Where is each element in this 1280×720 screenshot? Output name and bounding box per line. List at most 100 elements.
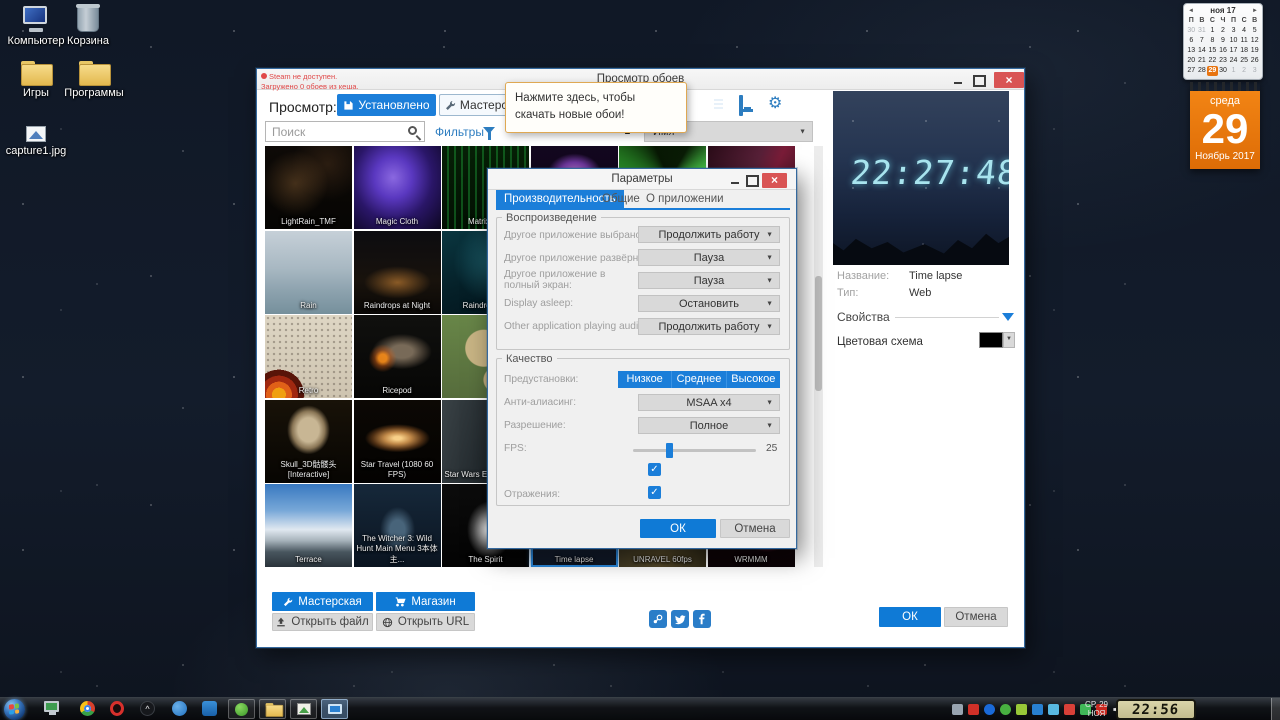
tray-icon[interactable] bbox=[1048, 704, 1059, 715]
dialog-titlebar[interactable]: Параметры bbox=[488, 169, 796, 190]
tray-icon[interactable] bbox=[968, 704, 979, 715]
wallpaper-title: Ricepod bbox=[356, 386, 439, 396]
app-selected-dropdown[interactable]: Продолжить работу bbox=[638, 226, 780, 243]
other-audio-dropdown[interactable]: Продолжить работу bbox=[638, 318, 780, 335]
reflections-checkbox[interactable] bbox=[648, 486, 661, 499]
tray-icon[interactable] bbox=[952, 704, 963, 715]
app-maximized-dropdown[interactable]: Пауза bbox=[638, 249, 780, 266]
calendar-day-header: В bbox=[1249, 16, 1260, 26]
dialog-minimize-button[interactable] bbox=[728, 173, 742, 187]
desktop-icon-recycle-bin[interactable]: Корзина bbox=[52, 6, 124, 47]
wallpaper-thumbnail[interactable]: Star Travel (1080 60 FPS) bbox=[354, 400, 441, 483]
tab-underline bbox=[496, 208, 790, 210]
wallpaper-thumbnail[interactable]: Magic Cloth bbox=[354, 146, 441, 229]
tray-date[interactable]: СР, 29 НОЯ bbox=[1085, 700, 1108, 718]
displays-icon[interactable] bbox=[739, 97, 743, 115]
presets-label: Предустановки: bbox=[504, 374, 578, 385]
maximize-button[interactable] bbox=[971, 73, 988, 87]
antialiasing-dropdown[interactable]: MSAA x4 bbox=[638, 394, 780, 411]
wallpaper-thumbnail[interactable]: The Witcher 3: Wild Hunt Main Menu 3本体主.… bbox=[354, 484, 441, 567]
status-cache-loaded: Загружено 0 обоев из кеша. bbox=[261, 82, 359, 92]
other-audio-label: Other application playing audio: bbox=[504, 321, 647, 332]
resolution-dropdown[interactable]: Полное bbox=[638, 417, 780, 434]
steam-icon[interactable] bbox=[649, 610, 667, 628]
name-value: Time lapse bbox=[909, 270, 962, 282]
search-input[interactable] bbox=[265, 121, 425, 142]
fps-slider-track[interactable] bbox=[633, 449, 756, 452]
grid-scrollbar[interactable] bbox=[814, 146, 823, 567]
close-button[interactable] bbox=[994, 72, 1024, 88]
antialiasing-label: Анти-алиасинг: bbox=[504, 397, 576, 408]
dialog-close-button[interactable] bbox=[762, 173, 787, 188]
tray-icon[interactable] bbox=[1032, 704, 1043, 715]
store-button[interactable]: Магазин bbox=[376, 592, 475, 611]
cancel-button[interactable]: Отмена bbox=[944, 607, 1008, 627]
gear-icon[interactable] bbox=[768, 96, 782, 112]
dialog-maximize-button[interactable] bbox=[745, 173, 759, 187]
desktop-icon-label: Игры bbox=[23, 87, 49, 99]
wallpaper-thumbnail[interactable]: Terrace bbox=[265, 484, 352, 567]
wallpaper-thumbnail[interactable]: Raindrops at Night bbox=[354, 231, 441, 314]
minimize-button[interactable] bbox=[949, 73, 966, 87]
wallpaper-thumbnail[interactable]: Retro bbox=[265, 315, 352, 398]
calendar-day-selected: 29 bbox=[1207, 66, 1218, 76]
calendar-month-view: ноя 17 П В С Ч П С В 30 31 1 2 3 4 5 6 7 bbox=[1183, 3, 1263, 80]
filters-link[interactable]: Фильтры bbox=[435, 125, 484, 139]
start-button[interactable] bbox=[4, 699, 25, 720]
color-scheme-swatch[interactable] bbox=[979, 332, 1003, 348]
tray-icon[interactable] bbox=[1016, 704, 1027, 715]
tab-about[interactable]: О приложении bbox=[638, 190, 732, 208]
taskbar-display-icon[interactable] bbox=[44, 701, 60, 717]
taskbar-opera-icon[interactable] bbox=[110, 701, 126, 717]
taskbar-chrome-icon[interactable] bbox=[80, 701, 96, 717]
dialog-ok-button[interactable]: ОК bbox=[640, 519, 716, 538]
tray-icon[interactable] bbox=[1064, 704, 1075, 715]
folder-icon bbox=[79, 61, 109, 84]
dialog-cancel-button[interactable]: Отмена bbox=[720, 519, 790, 538]
collapse-properties-icon[interactable] bbox=[1002, 313, 1014, 321]
spiral-binding bbox=[1190, 82, 1260, 91]
fps-slider-handle[interactable] bbox=[666, 443, 673, 458]
wallpaper-thumbnail[interactable]: Ricepod bbox=[354, 315, 441, 398]
open-url-button[interactable]: Открыть URL bbox=[376, 613, 475, 631]
status-steam-unavailable: Steam не доступен. bbox=[269, 72, 337, 82]
color-scheme-dropdown[interactable] bbox=[1003, 332, 1015, 348]
tab-installed[interactable]: Установлено bbox=[337, 94, 436, 116]
calendar-gadget: ноя 17 П В С Ч П С В 30 31 1 2 3 4 5 6 7 bbox=[1183, 3, 1263, 169]
wallpaper-thumbnail[interactable]: Rain bbox=[265, 231, 352, 314]
taskbar-wallpaper-engine-button[interactable] bbox=[321, 699, 348, 719]
wallpaper-thumbnail[interactable]: LightRain_TMF bbox=[265, 146, 352, 229]
wallpaper-thumbnail[interactable]: Skull_3D骷髅头 [Interactive] bbox=[265, 400, 352, 483]
taskbar-app-blue-square-icon[interactable] bbox=[202, 701, 218, 717]
calendar-day: 16 bbox=[1218, 46, 1229, 56]
twitter-icon[interactable] bbox=[671, 610, 689, 628]
preset-medium-button[interactable]: Среднее bbox=[672, 371, 726, 388]
desktop-icon-capture1[interactable]: capture1.jpg bbox=[0, 126, 78, 157]
facebook-icon[interactable] bbox=[693, 610, 711, 628]
recycle-bin-icon bbox=[77, 6, 99, 32]
dialog-cancel-label: Отмена bbox=[734, 523, 775, 535]
tray-clock[interactable]: 22:56 bbox=[1116, 699, 1196, 720]
preset-low-button[interactable]: Низкое bbox=[618, 371, 672, 388]
workshop-button[interactable]: Мастерская bbox=[272, 592, 373, 611]
show-desktop-button[interactable] bbox=[1271, 698, 1280, 720]
taskbar-explorer-button[interactable] bbox=[259, 699, 286, 719]
ok-button[interactable]: ОК bbox=[879, 607, 941, 627]
filter-funnel-icon[interactable] bbox=[483, 127, 495, 134]
desktop: Компьютер Корзина Игры Программы capture… bbox=[0, 0, 1280, 720]
app-fullscreen-dropdown[interactable]: Пауза bbox=[638, 272, 780, 289]
desktop-icon-programs[interactable]: Программы bbox=[52, 61, 136, 99]
calendar-next-icon[interactable] bbox=[1252, 8, 1258, 14]
display-asleep-dropdown[interactable]: Остановить bbox=[638, 295, 780, 312]
tray-bluetooth-icon[interactable] bbox=[984, 704, 995, 715]
tray-utorrent-icon[interactable] bbox=[1000, 704, 1011, 715]
taskbar-utorrent-button[interactable] bbox=[228, 699, 255, 719]
calendar-prev-icon[interactable] bbox=[1188, 8, 1194, 14]
taskbar-app-blue-circle-icon[interactable] bbox=[172, 701, 188, 717]
taskbar-photo-app-button[interactable] bbox=[290, 699, 317, 719]
calendar-day: 25 bbox=[1239, 56, 1250, 66]
postprocessing-checkbox[interactable] bbox=[648, 463, 661, 476]
taskbar-app-dark-icon[interactable]: ^ bbox=[140, 701, 156, 717]
preset-high-button[interactable]: Высокое bbox=[727, 371, 780, 388]
open-file-button[interactable]: Открыть файл bbox=[272, 613, 373, 631]
